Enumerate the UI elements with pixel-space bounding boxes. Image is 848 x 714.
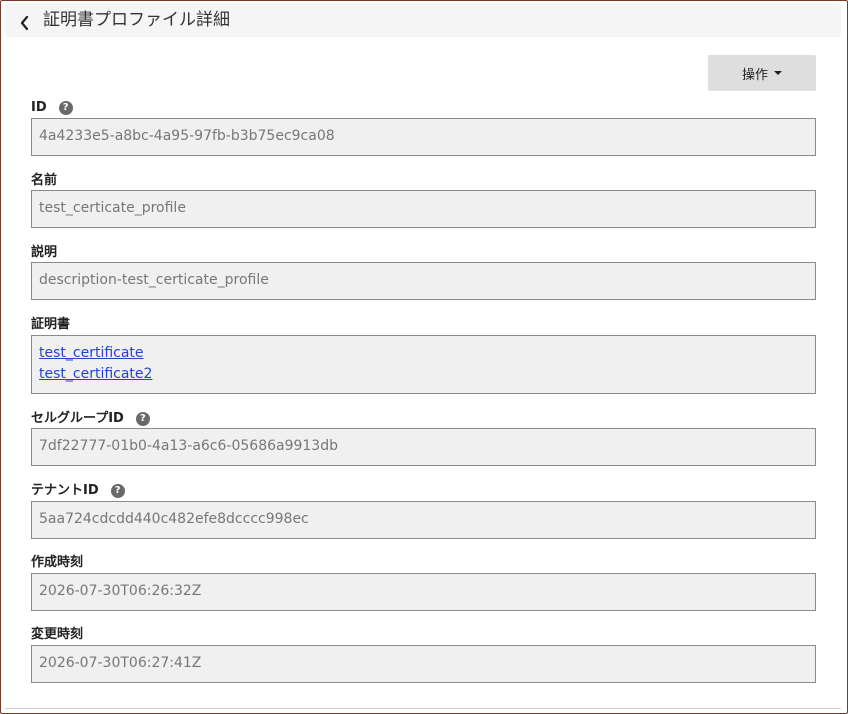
help-icon[interactable]: ?	[110, 484, 125, 498]
id-label-text: ID	[31, 100, 47, 115]
certificates-label-text: 証明書	[31, 317, 71, 332]
id-label: ID ?	[31, 100, 73, 116]
certificates-label: 証明書	[31, 317, 70, 333]
updated-at-value: 2026-07-30T06:27:41Z	[39, 655, 202, 671]
certificates-field: test_certificate test_certificate2	[31, 335, 816, 394]
name-label: 名前	[31, 173, 57, 189]
cell-group-id-value: 7df22777-01b0-4a13-a6c6-05686a9913db	[39, 438, 338, 454]
description-field: description-test_certicate_profile	[31, 262, 816, 300]
created-at-label: 作成時刻	[31, 555, 83, 571]
chevron-left-icon	[20, 15, 29, 31]
certificate-list: test_certificate test_certificate2	[39, 343, 152, 385]
description-value: description-test_certicate_profile	[39, 272, 269, 288]
id-field: 4a4233e5-a8bc-4a95-97fb-b3b75ec9ca08	[31, 118, 816, 156]
updated-at-field: 2026-07-30T06:27:41Z	[31, 645, 816, 683]
created-at-label-text: 作成時刻	[31, 555, 84, 570]
created-at-field: 2026-07-30T06:26:32Z	[31, 573, 816, 611]
updated-at-label-text: 変更時刻	[31, 627, 84, 642]
help-icon[interactable]: ?	[135, 412, 150, 426]
cell-group-id-label: セルグループID ?	[31, 411, 150, 427]
description-label-text: 説明	[31, 245, 58, 260]
name-label-text: 名前	[31, 173, 58, 188]
page-header: 証明書プロファイル詳細	[5, 3, 841, 37]
help-icon[interactable]: ?	[58, 101, 73, 115]
actions-dropdown-button[interactable]: 操作	[708, 55, 816, 91]
page-title: 証明書プロファイル詳細	[43, 10, 230, 30]
description-label: 説明	[31, 245, 57, 261]
id-value: 4a4233e5-a8bc-4a95-97fb-b3b75ec9ca08	[39, 128, 335, 144]
back-button[interactable]	[11, 8, 37, 34]
tenant-id-label: テナントID ?	[31, 483, 125, 499]
name-value: test_certicate_profile	[39, 200, 186, 216]
updated-at-label: 変更時刻	[31, 627, 83, 643]
tenant-id-field: 5aa724cdcdd440c482efe8dcccc998ec	[31, 501, 816, 539]
certificate-link[interactable]: test_certificate	[39, 343, 152, 364]
created-at-value: 2026-07-30T06:26:32Z	[39, 583, 202, 599]
bottom-divider	[5, 708, 841, 709]
tenant-id-label-text: テナントID	[31, 483, 99, 498]
actions-button-label: 操作	[741, 67, 768, 83]
tenant-id-value: 5aa724cdcdd440c482efe8dcccc998ec	[39, 511, 309, 527]
name-field: test_certicate_profile	[31, 190, 816, 228]
caret-down-icon	[774, 71, 782, 75]
cell-group-id-label-text: セルグループID	[31, 411, 124, 426]
cell-group-id-field: 7df22777-01b0-4a13-a6c6-05686a9913db	[31, 428, 816, 466]
certificate-link[interactable]: test_certificate2	[39, 364, 152, 385]
